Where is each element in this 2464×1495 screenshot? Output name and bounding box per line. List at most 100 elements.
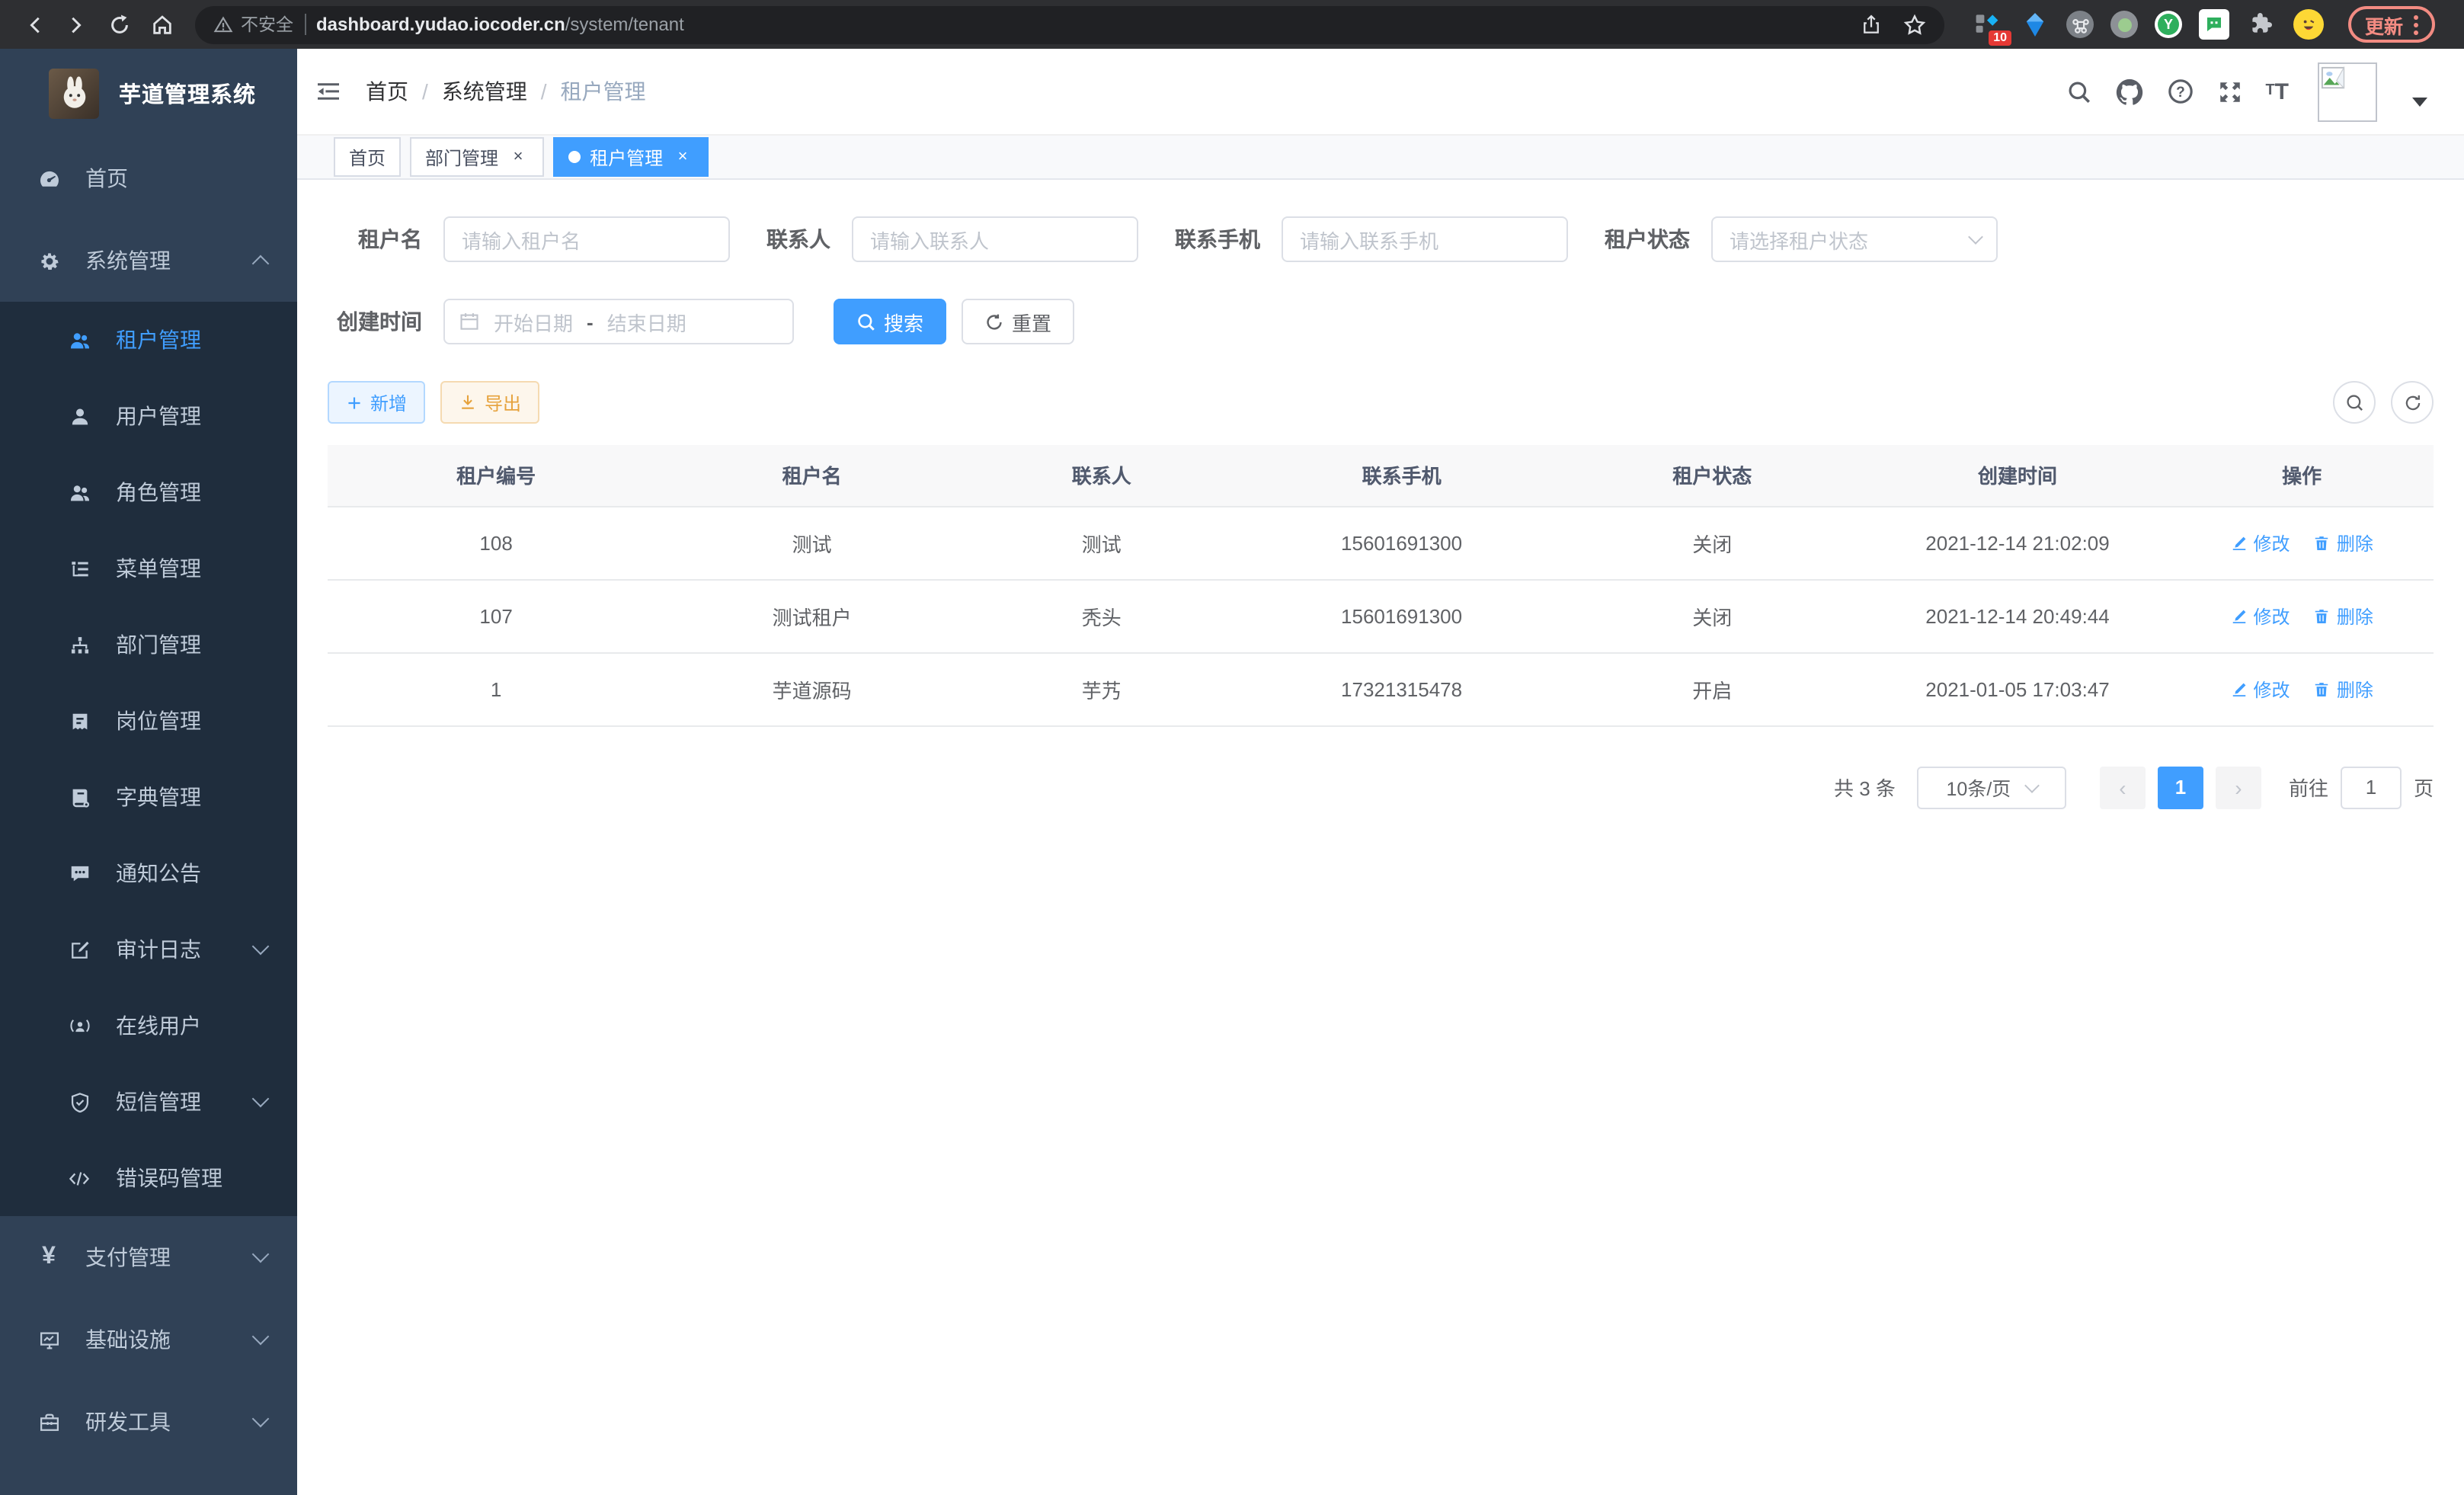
date-range-picker[interactable]: 开始日期 - 结束日期 <box>443 299 794 344</box>
sidebar-item-infra[interactable]: 基础设施 <box>0 1298 297 1381</box>
breadcrumb-home[interactable]: 首页 <box>366 76 408 107</box>
gear-icon <box>30 249 67 272</box>
github-icon[interactable] <box>2114 77 2143 106</box>
sidebar-item-online-user[interactable]: 在线用户 <box>0 988 297 1064</box>
export-button[interactable]: 导出 <box>440 381 539 424</box>
sidebar-toggle-icon[interactable] <box>315 79 341 104</box>
address-bar[interactable]: 不安全 dashboard.yudao.iocoder.cn/system/te… <box>195 5 1944 43</box>
bookmark-star-icon[interactable] <box>1903 13 1926 36</box>
sidebar-item-dict[interactable]: 字典管理 <box>0 759 297 835</box>
fullscreen-icon[interactable] <box>2216 78 2242 104</box>
app-logo <box>49 68 99 118</box>
tenant-table: 租户编号 租户名 联系人 联系手机 租户状态 创建时间 操作 108 测试 <box>328 445 2434 726</box>
filter-label: 联系人 <box>766 224 830 255</box>
edit-icon <box>2231 534 2248 551</box>
search-button[interactable]: 搜索 <box>834 299 946 344</box>
column-header-actions: 操作 <box>2170 445 2434 506</box>
home-icon[interactable] <box>143 6 180 43</box>
profile-avatar-icon[interactable] <box>2293 9 2324 40</box>
sidebar-item-devtools[interactable]: 研发工具 <box>0 1381 297 1463</box>
app-logo-row[interactable]: 芋道管理系统 <box>0 49 297 137</box>
tenant-name-input[interactable]: 请输入租户名 <box>443 216 730 262</box>
add-button[interactable]: 新增 <box>328 381 425 424</box>
mobile-input[interactable]: 请输入联系手机 <box>1282 216 1568 262</box>
breadcrumb-separator: / <box>422 79 428 104</box>
status-select[interactable]: 请选择租户状态 <box>1711 216 1998 262</box>
sidebar-item-tenant[interactable]: 租户管理 <box>0 302 297 378</box>
search-icon[interactable] <box>2066 78 2091 104</box>
org-tree-icon <box>61 633 98 656</box>
extensions-puzzle-icon[interactable] <box>2246 9 2277 40</box>
security-indicator[interactable]: 不安全 <box>213 12 293 37</box>
edit-link[interactable]: 修改 <box>2231 530 2290 555</box>
reload-icon[interactable] <box>101 6 137 43</box>
extension-yudao-icon[interactable]: Y <box>2155 11 2182 38</box>
sidebar-item-notice[interactable]: 通知公告 <box>0 835 297 911</box>
font-size-icon[interactable]: TT <box>2265 80 2289 103</box>
sidebar-item-label: 错误码管理 <box>116 1163 222 1193</box>
prev-page-button[interactable]: ‹ <box>2100 766 2146 808</box>
sidebar-item-audit-log[interactable]: 审计日志 <box>0 911 297 988</box>
sidebar-item-system[interactable]: 系统管理 <box>0 219 297 302</box>
sidebar-item-label: 菜单管理 <box>116 553 201 584</box>
extension-command-icon[interactable] <box>2066 11 2094 38</box>
share-icon[interactable] <box>1861 13 1882 36</box>
reset-button[interactable]: 重置 <box>962 299 1074 344</box>
page-size-select[interactable]: 10条/页 <box>1917 766 2066 808</box>
browser-update-button[interactable]: 更新 <box>2348 6 2435 43</box>
sidebar-item-error-code[interactable]: 错误码管理 <box>0 1140 297 1216</box>
refresh-table-button[interactable] <box>2391 381 2434 424</box>
tag-home[interactable]: 首页 <box>334 137 401 177</box>
cell-actions: 修改 删除 <box>2170 579 2434 652</box>
sidebar-item-post[interactable]: 岗位管理 <box>0 683 297 759</box>
extension-kite-icon[interactable] <box>2019 9 2050 40</box>
goto-page-input[interactable]: 1 <box>2341 766 2402 808</box>
delete-link[interactable]: 删除 <box>2314 603 2373 629</box>
edit-link[interactable]: 修改 <box>2231 603 2290 629</box>
contact-input[interactable]: 请输入联系人 <box>852 216 1138 262</box>
column-header-contact: 联系人 <box>959 445 1243 506</box>
delete-link[interactable]: 删除 <box>2314 676 2373 702</box>
main-area: 首页 / 系统管理 / 租户管理 ? <box>297 49 2464 1495</box>
delete-link[interactable]: 删除 <box>2314 530 2373 555</box>
sidebar-item-role[interactable]: 角色管理 <box>0 454 297 530</box>
forward-icon[interactable] <box>58 6 94 43</box>
tag-label: 部门管理 <box>425 144 498 170</box>
sidebar-item-pay[interactable]: ¥ 支付管理 <box>0 1216 297 1298</box>
sidebar-item-dept[interactable]: 部门管理 <box>0 607 297 683</box>
sidebar-item-label: 支付管理 <box>85 1242 171 1273</box>
table-header-row: 租户编号 租户名 联系人 联系手机 租户状态 创建时间 操作 <box>328 445 2434 506</box>
tag-dept[interactable]: 部门管理 × <box>410 137 544 177</box>
browser-menu-icon[interactable] <box>2414 14 2418 34</box>
close-icon[interactable]: × <box>672 146 693 168</box>
svg-text:?: ? <box>2176 85 2185 101</box>
tag-tenant[interactable]: 租户管理 × <box>553 137 709 177</box>
show-search-button[interactable] <box>2333 381 2376 424</box>
sidebar-item-sms[interactable]: 短信管理 <box>0 1064 297 1140</box>
help-icon[interactable]: ? <box>2166 78 2194 105</box>
edit-icon <box>2231 680 2248 697</box>
table-toolbar: 新增 导出 <box>328 381 2434 424</box>
sidebar-item-user[interactable]: 用户管理 <box>0 378 297 454</box>
sidebar-item-label: 短信管理 <box>116 1087 201 1117</box>
chevron-down-icon <box>252 1328 270 1346</box>
sidebar-item-menu[interactable]: 菜单管理 <box>0 530 297 607</box>
current-page[interactable]: 1 <box>2158 766 2203 808</box>
sidebar-item-label: 部门管理 <box>116 629 201 660</box>
next-page-button[interactable]: › <box>2216 766 2261 808</box>
sidebar: 芋道管理系统 首页 系统管理 租户管理 <box>0 49 297 1495</box>
extension-badge: 10 <box>1989 30 2011 46</box>
extension-record-icon[interactable] <box>2110 11 2138 38</box>
url-text[interactable]: dashboard.yudao.iocoder.cn/system/tenant <box>316 14 684 35</box>
breadcrumb-system[interactable]: 系统管理 <box>442 76 527 107</box>
extension-chat-icon[interactable] <box>2199 9 2229 40</box>
column-header-mobile: 联系手机 <box>1243 445 1560 506</box>
shield-icon <box>61 1090 98 1113</box>
back-icon[interactable] <box>15 6 52 43</box>
extension-grid-icon[interactable]: 10 <box>1972 9 2002 40</box>
avatar-caret-icon[interactable] <box>2412 98 2427 107</box>
sidebar-item-home[interactable]: 首页 <box>0 137 297 219</box>
edit-link[interactable]: 修改 <box>2231 676 2290 702</box>
avatar[interactable] <box>2318 62 2377 121</box>
close-icon[interactable]: × <box>507 146 529 168</box>
